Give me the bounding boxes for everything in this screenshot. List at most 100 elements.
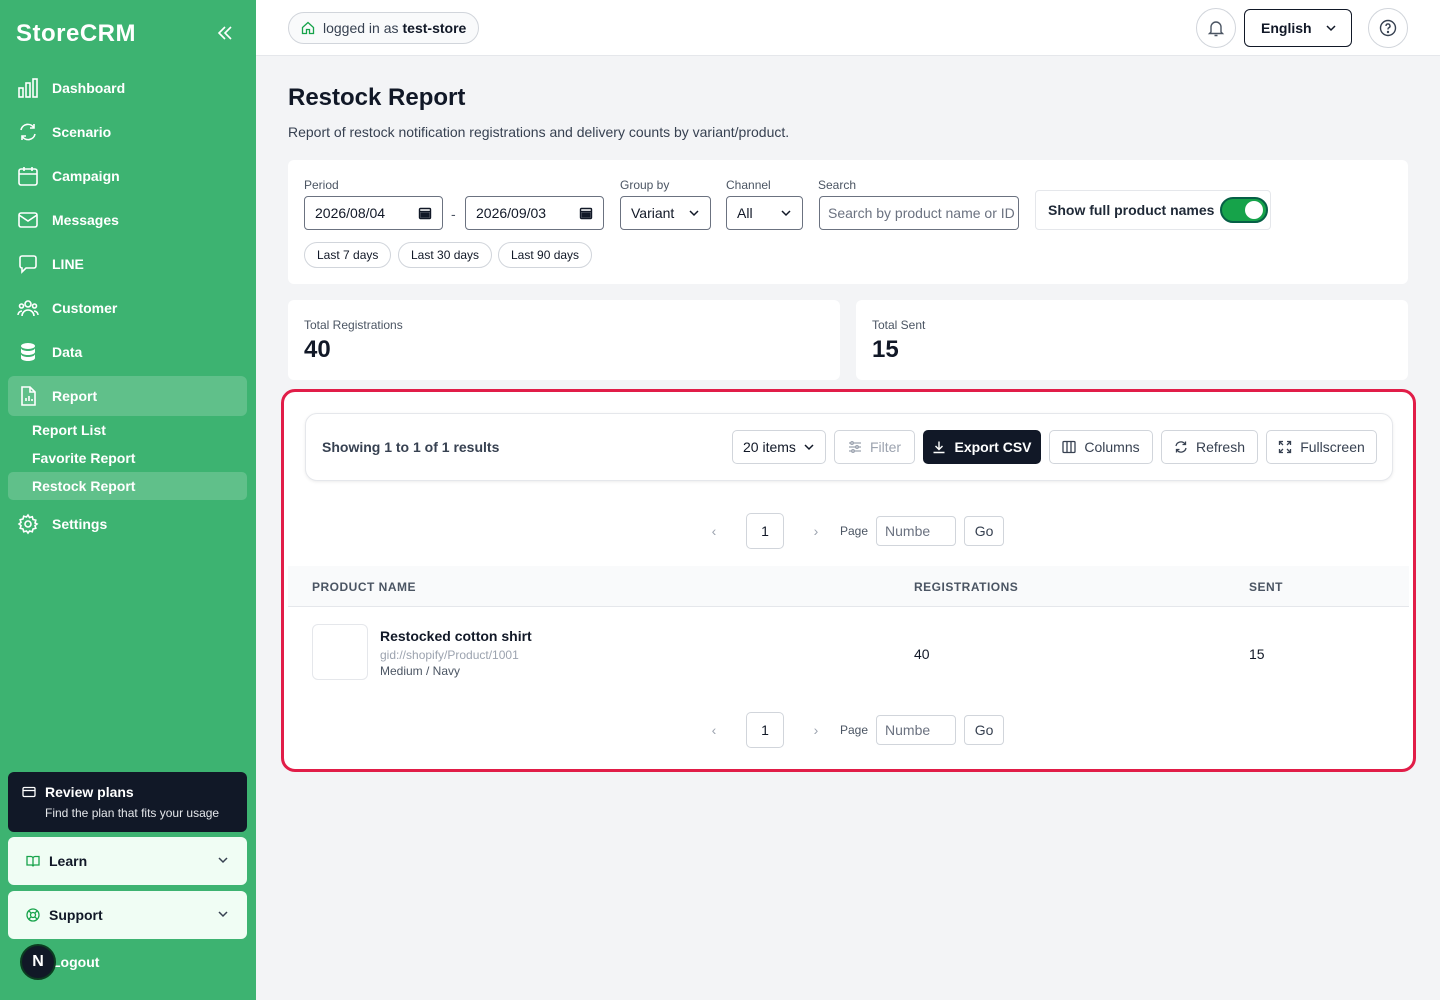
database-icon <box>16 340 40 364</box>
fullscreen-button[interactable]: Fullscreen <box>1266 430 1377 464</box>
nav-data[interactable]: Data <box>8 332 247 372</box>
quick-range-30[interactable]: Last 30 days <box>398 242 493 268</box>
nav-scenario[interactable]: Scenario <box>8 112 247 152</box>
avatar[interactable]: N <box>20 944 56 980</box>
language-select[interactable]: English <box>1244 9 1352 47</box>
nav-settings[interactable]: Settings <box>8 504 247 544</box>
refresh-button[interactable]: Refresh <box>1161 430 1258 464</box>
results-panel: Showing 1 to 1 of 1 results 20 items Fil… <box>281 389 1416 772</box>
date-separator: - <box>451 206 456 222</box>
date-to-value: 2026/09/03 <box>476 205 547 221</box>
support-accordion[interactable]: Support <box>8 891 247 939</box>
calendar-icon[interactable] <box>579 206 593 220</box>
page-size-select[interactable]: 20 items <box>732 430 826 464</box>
nav-label: Scenario <box>52 124 112 140</box>
page-number-input[interactable]: Numbe <box>876 715 957 745</box>
top-bar: logged in as test-store English <box>256 0 1440 56</box>
group-by-select[interactable]: Variant <box>620 196 711 230</box>
toggle-switch[interactable] <box>1220 197 1269 223</box>
page-label: Page <box>840 723 869 737</box>
calendar-icon <box>16 164 40 188</box>
support-label: Support <box>49 907 103 923</box>
group-by-label: Group by <box>620 178 670 192</box>
export-csv-button[interactable]: Export CSV <box>923 430 1041 464</box>
export-label: Export CSV <box>954 439 1032 455</box>
nav-label: Messages <box>52 212 119 228</box>
chevron-down-icon <box>803 441 815 453</box>
date-to-input[interactable]: 2026/09/03 <box>465 196 604 230</box>
sidebar: StoreCRM Dashboard Scenario Campaign Mes… <box>0 0 256 1000</box>
chevron-left-icon[interactable]: ‹ <box>704 523 724 539</box>
nav-dashboard[interactable]: Dashboard <box>8 68 247 108</box>
subnav-favorite-report[interactable]: Favorite Report <box>8 444 247 472</box>
go-button[interactable]: Go <box>964 715 1005 745</box>
notifications-button[interactable] <box>1196 8 1236 48</box>
columns-button[interactable]: Columns <box>1049 430 1153 464</box>
help-button[interactable] <box>1368 8 1408 48</box>
page-title: Restock Report <box>288 84 466 111</box>
search-input[interactable]: Search by product name or ID <box>819 196 1019 230</box>
filter-label: Filter <box>869 439 902 455</box>
bell-icon <box>1207 19 1225 37</box>
logout-button[interactable]: N Logout <box>20 944 99 980</box>
home-icon <box>301 21 315 35</box>
period-label: Period <box>304 178 339 192</box>
results-toolbar: Showing 1 to 1 of 1 results 20 items Fil… <box>305 413 1393 481</box>
nav-campaign[interactable]: Campaign <box>8 156 247 196</box>
chevron-right-icon[interactable]: › <box>806 523 826 539</box>
col-product-name[interactable]: PRODUCT NAME <box>312 580 416 594</box>
learn-accordion[interactable]: Learn <box>8 837 247 885</box>
refresh-icon <box>1174 440 1188 454</box>
nav-line[interactable]: LINE <box>8 244 247 284</box>
store-status-pill: logged in as test-store <box>288 12 480 44</box>
help-icon <box>1379 19 1397 37</box>
channel-value: All <box>737 205 753 221</box>
logout-label: Logout <box>52 954 100 970</box>
page-button[interactable]: 1 <box>746 712 784 748</box>
show-full-names-toggle[interactable]: Show full product names <box>1035 190 1271 230</box>
logged-in-prefix: logged in as <box>323 20 399 36</box>
table-row[interactable]: Restocked cotton shirt gid://shopify/Pro… <box>288 608 1409 698</box>
review-plans-card[interactable]: Review plans Find the plan that fits you… <box>8 772 247 832</box>
nav-label: LINE <box>52 256 84 272</box>
chevron-right-icon[interactable]: › <box>806 722 826 738</box>
quick-range-90[interactable]: Last 90 days <box>498 242 593 268</box>
lifebuoy-icon <box>26 908 40 922</box>
toggle-knob <box>1245 201 1264 219</box>
showing-count: Showing 1 to 1 of 1 results <box>322 439 500 455</box>
col-sent[interactable]: SENT <box>1249 580 1283 594</box>
subnav-report-list[interactable]: Report List <box>8 416 247 444</box>
chevron-down-icon <box>688 207 700 219</box>
download-icon <box>932 440 946 454</box>
collapse-sidebar-icon[interactable] <box>216 24 234 42</box>
nav-messages[interactable]: Messages <box>8 200 247 240</box>
columns-label: Columns <box>1084 439 1140 455</box>
page-number-input[interactable]: Numbe <box>876 516 957 546</box>
chevron-down-icon <box>217 853 229 869</box>
review-plans-title: Review plans <box>45 784 134 800</box>
date-from-input[interactable]: 2026/08/04 <box>304 196 443 230</box>
page-button[interactable]: 1 <box>746 513 784 549</box>
columns-icon <box>1062 440 1077 454</box>
col-registrations[interactable]: REGISTRATIONS <box>914 580 1018 594</box>
chevron-left-icon[interactable]: ‹ <box>704 722 724 738</box>
nav-label: Customer <box>52 300 118 316</box>
subnav-restock-report[interactable]: Restock Report <box>8 472 247 500</box>
pagination-top: ‹ 1 › Page Numbe Go <box>704 513 1005 549</box>
go-button[interactable]: Go <box>964 516 1005 546</box>
sliders-icon <box>848 440 862 454</box>
quick-range-7[interactable]: Last 7 days <box>304 242 392 268</box>
refresh-label: Refresh <box>1195 439 1246 455</box>
page-description: Report of restock notification registrat… <box>288 124 790 140</box>
nav-customer[interactable]: Customer <box>8 288 247 328</box>
nav-label: Settings <box>52 516 108 532</box>
mail-icon <box>16 208 40 232</box>
filter-button[interactable]: Filter <box>834 430 915 464</box>
calendar-icon[interactable] <box>418 206 432 220</box>
toggle-label: Show full product names <box>1048 202 1215 218</box>
product-thumbnail <box>312 624 368 680</box>
nav-report[interactable]: Report <box>8 376 247 416</box>
chevron-down-icon <box>1325 22 1337 34</box>
review-plans-subtitle: Find the plan that fits your usage <box>45 806 220 820</box>
channel-select[interactable]: All <box>726 196 803 230</box>
